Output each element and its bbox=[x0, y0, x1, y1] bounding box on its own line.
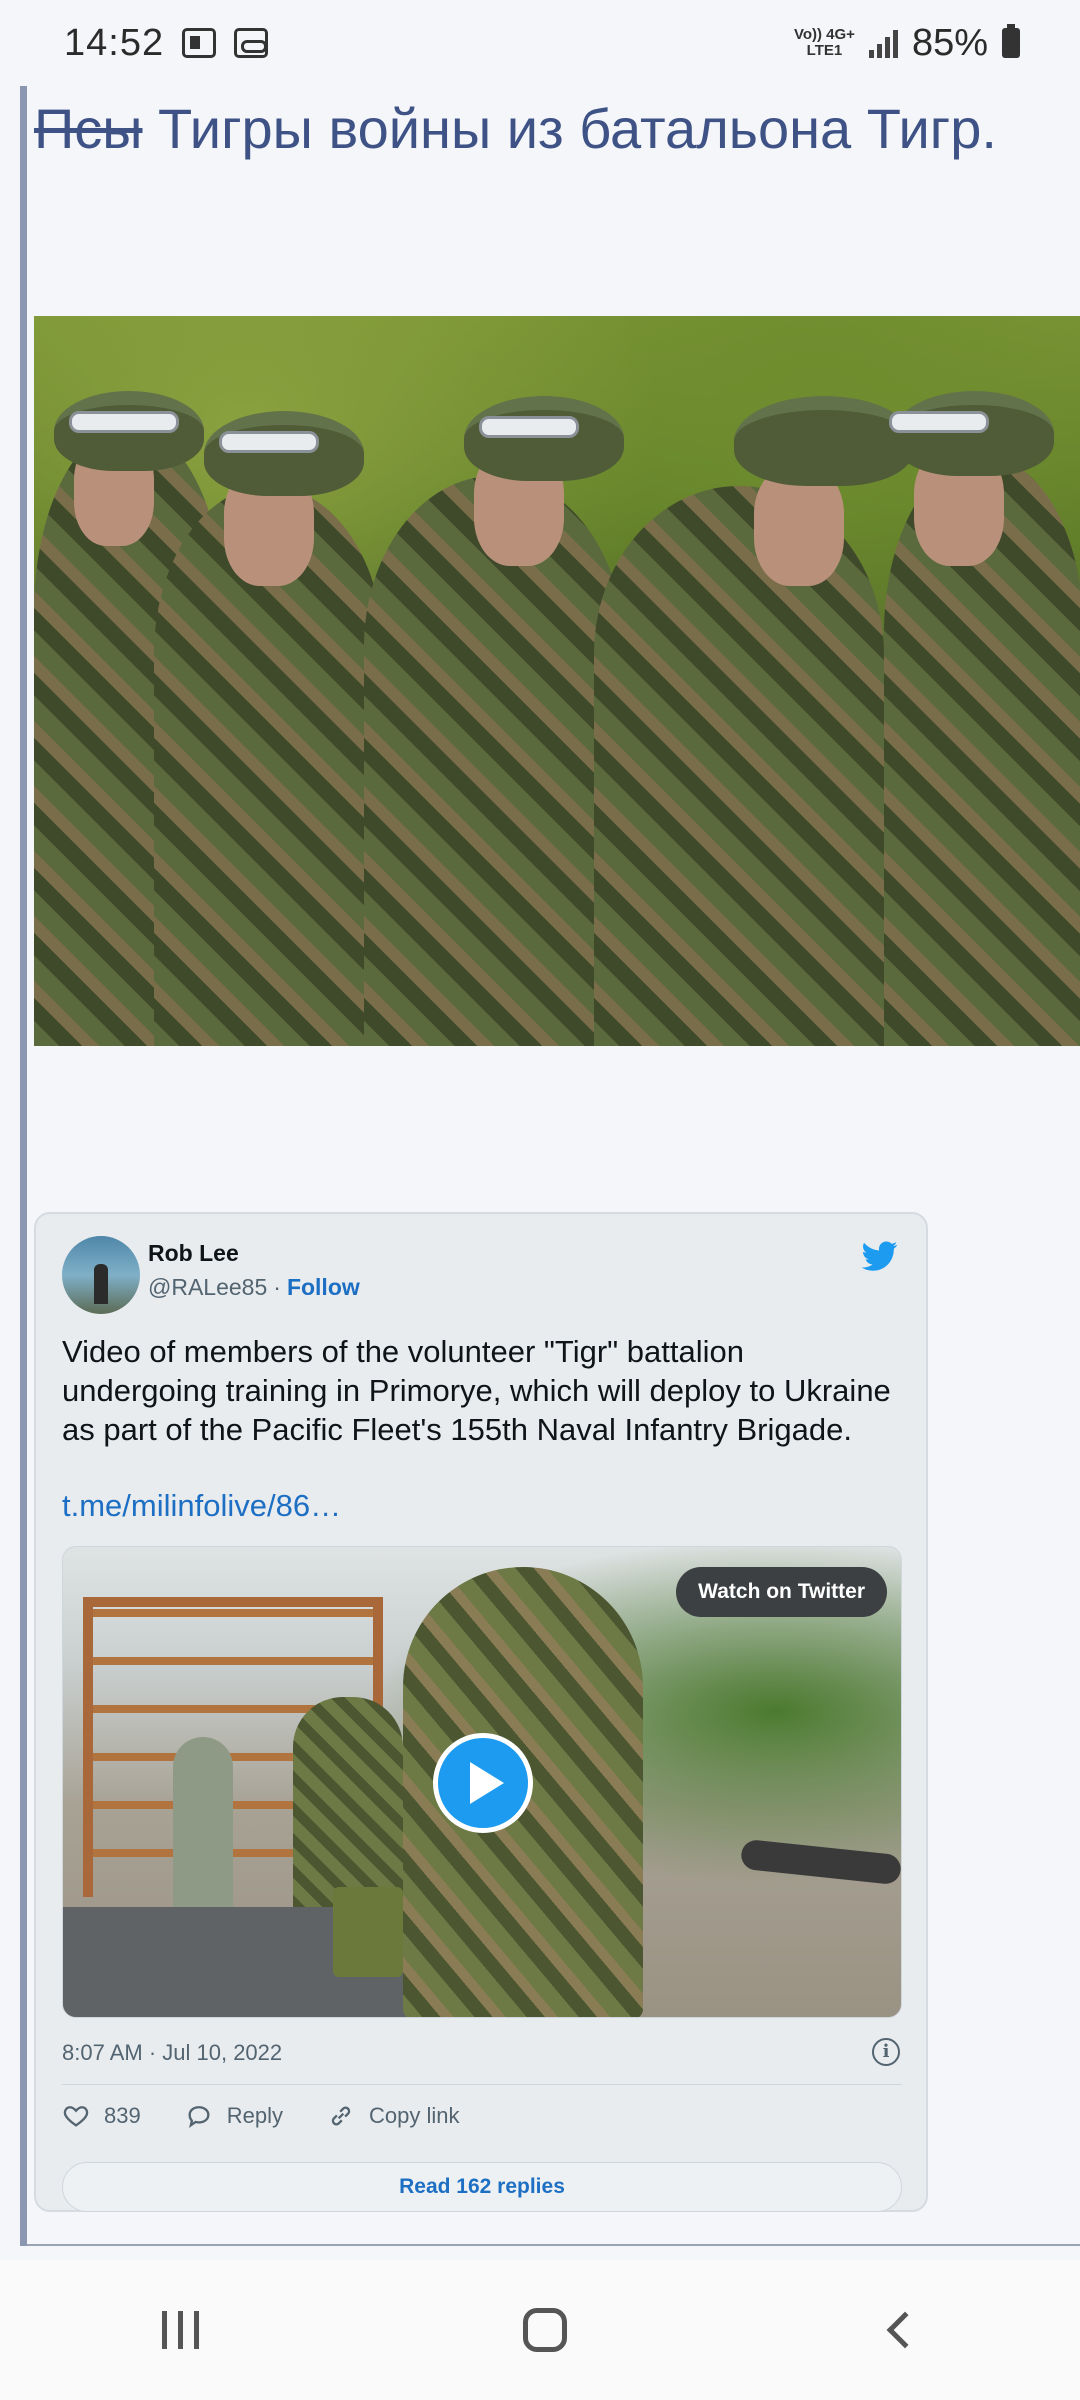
photo-goggles bbox=[479, 416, 579, 438]
news-icon bbox=[182, 28, 217, 58]
play-button[interactable] bbox=[433, 1733, 533, 1833]
signal-icon bbox=[868, 28, 898, 58]
photo-helmet bbox=[204, 411, 364, 496]
avatar[interactable] bbox=[62, 1236, 140, 1314]
home-button[interactable] bbox=[523, 2308, 568, 2352]
like-count: 839 bbox=[104, 2103, 141, 2128]
tweet-divider bbox=[62, 2084, 902, 2085]
photo-goggles bbox=[219, 431, 319, 453]
recents-button[interactable] bbox=[162, 2311, 200, 2349]
battery-percent: 85% bbox=[911, 21, 988, 64]
reply-icon bbox=[188, 2106, 210, 2129]
voicemail-icon bbox=[234, 28, 269, 58]
photo-helmet bbox=[734, 396, 914, 486]
photo-helmet bbox=[464, 396, 624, 481]
photo-goggles bbox=[69, 411, 179, 433]
status-left: 14:52 bbox=[64, 21, 269, 65]
network-label-bottom: LTE1 bbox=[806, 42, 843, 59]
network-indicator: Vo)) 4G+ LTE1 bbox=[794, 27, 855, 59]
photo-helmet bbox=[894, 391, 1054, 476]
embedded-tweet[interactable]: Rob Lee @RALee85 · Follow Video of membe… bbox=[34, 1212, 928, 2212]
tweet-author-handle[interactable]: @RALee85 bbox=[148, 1274, 267, 1301]
follow-button[interactable]: Follow bbox=[287, 1274, 360, 1301]
info-icon[interactable]: i bbox=[872, 2038, 900, 2066]
tweet-actions: 839 Reply Copy link bbox=[62, 2102, 459, 2130]
heart-icon bbox=[63, 2106, 89, 2127]
battery-icon bbox=[1002, 24, 1020, 58]
soldiers-photo[interactable] bbox=[34, 316, 1080, 1046]
headline-text: Тигры войны из батальона Тигр. bbox=[142, 97, 997, 160]
photo-soldier bbox=[594, 486, 884, 1046]
status-time: 14:52 bbox=[64, 21, 165, 64]
reply-button[interactable]: Reply bbox=[185, 2102, 283, 2130]
link-icon bbox=[331, 2106, 351, 2126]
quote-bar bbox=[20, 86, 27, 2246]
reply-label: Reply bbox=[226, 2103, 283, 2128]
tweet-timestamp[interactable]: 8:07 AM · Jul 10, 2022 bbox=[62, 2040, 282, 2066]
copy-link-label: Copy link bbox=[368, 2103, 460, 2128]
tweet-video[interactable]: Watch on Twitter bbox=[62, 1546, 902, 2018]
network-label-top: Vo)) 4G+ bbox=[793, 26, 855, 43]
video-log bbox=[739, 1838, 901, 1886]
copy-link-button[interactable]: Copy link bbox=[327, 2102, 459, 2130]
content-bottom-rule bbox=[27, 2244, 1080, 2246]
read-replies-button[interactable]: Read 162 replies bbox=[62, 2162, 902, 2212]
tweet-author-name[interactable]: Rob Lee bbox=[148, 1240, 239, 1267]
photo-goggles bbox=[889, 411, 989, 433]
status-right: Vo)) 4G+ LTE1 85% bbox=[794, 22, 1020, 65]
tweet-text: Video of members of the volunteer "Tigr"… bbox=[62, 1334, 891, 1447]
article-content[interactable]: Псы Тигры войны из батальона Тигр. Rob L… bbox=[0, 86, 1080, 2246]
headline-struck-word: Псы bbox=[34, 97, 143, 160]
tweet-handle-row: @RALee85 · Follow bbox=[148, 1274, 360, 1301]
watch-on-twitter-button[interactable]: Watch on Twitter bbox=[676, 1567, 887, 1617]
like-button[interactable]: 839 bbox=[62, 2102, 141, 2130]
back-button[interactable] bbox=[886, 2311, 924, 2349]
twitter-bird-icon[interactable] bbox=[860, 1238, 900, 1274]
article-headline: Псы Тигры войны из батальона Тигр. bbox=[34, 96, 1080, 161]
tweet-link[interactable]: t.me/milinfolive/86… bbox=[62, 1488, 341, 1524]
status-bar: 14:52 Vo)) 4G+ LTE1 85% bbox=[0, 0, 1080, 86]
handle-separator: · bbox=[273, 1274, 281, 1300]
navigation-bar bbox=[0, 2260, 1080, 2400]
video-ammo-box bbox=[333, 1887, 403, 1977]
